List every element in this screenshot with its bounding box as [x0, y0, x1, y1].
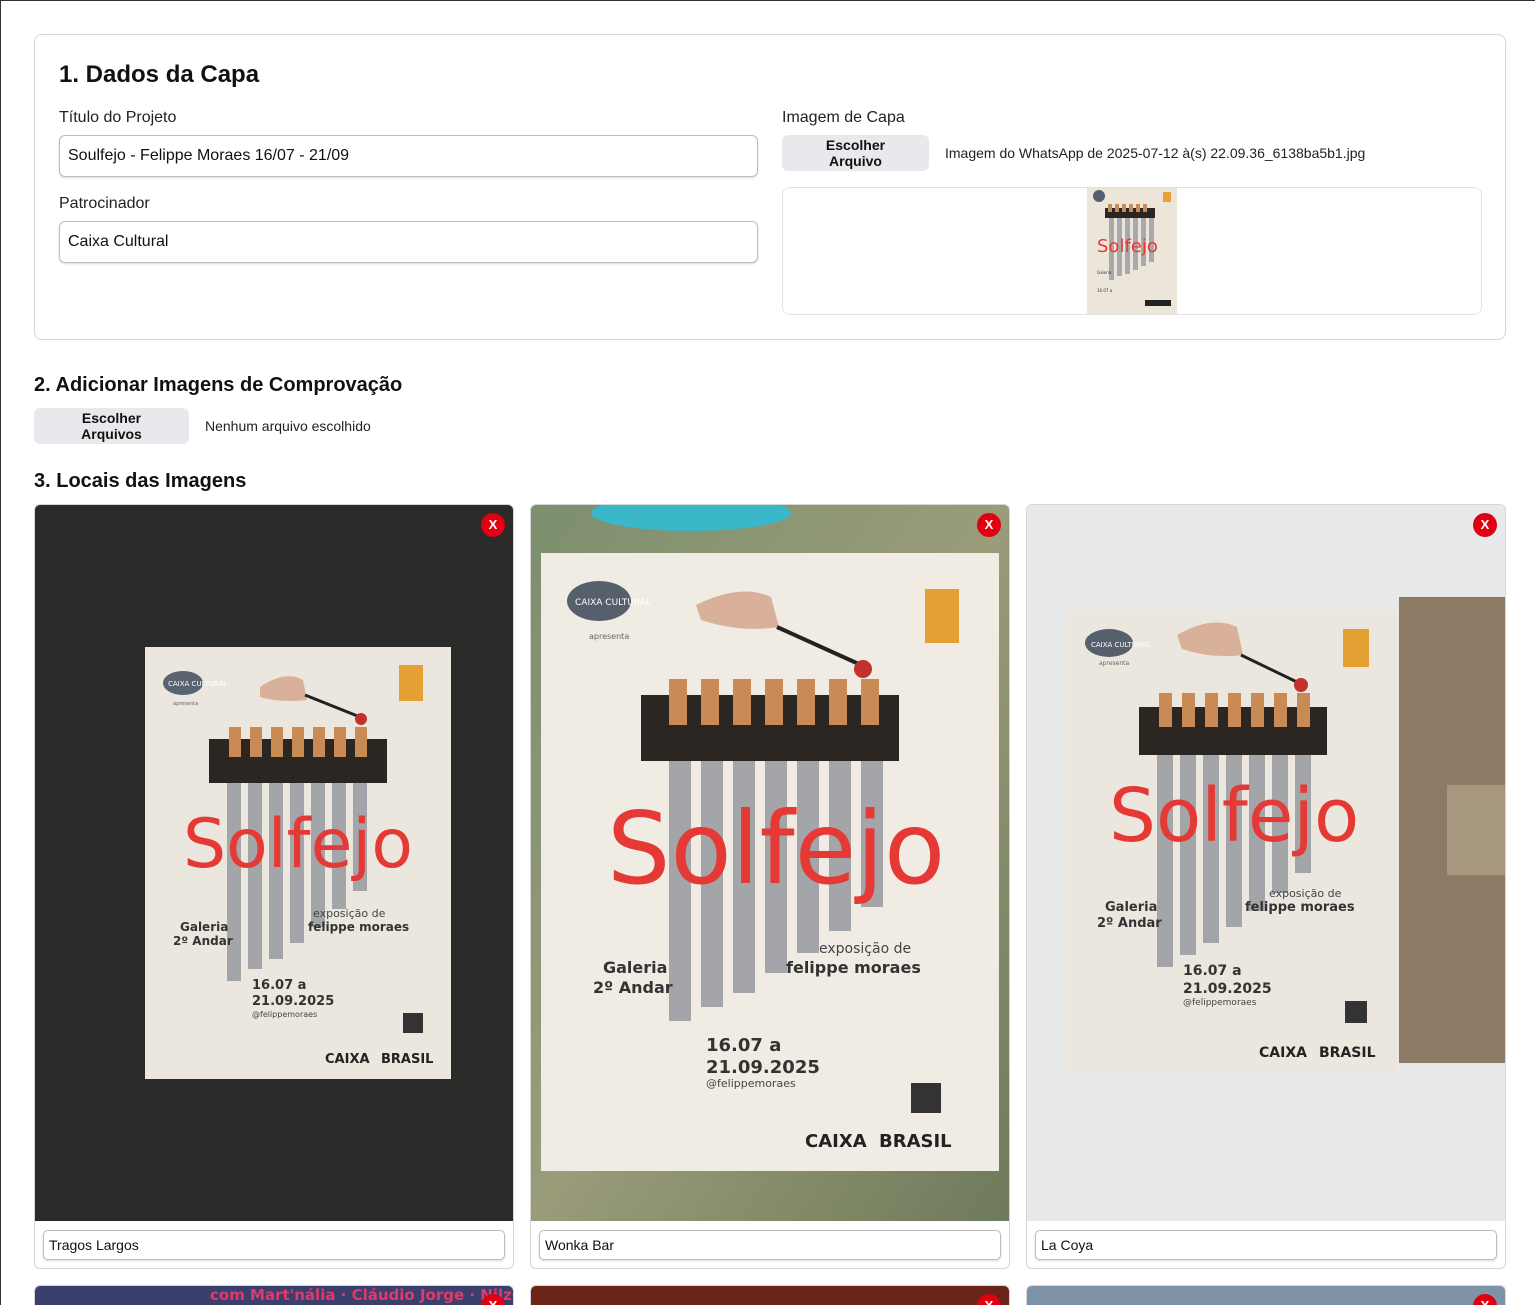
project-title-label: Título do Projeto — [59, 109, 177, 126]
poster-venue-2: 2º Andar — [1097, 916, 1162, 931]
remove-image-button[interactable]: X — [1473, 513, 1497, 537]
choose-cover-file-button[interactable]: Escolher Arquivo — [782, 135, 929, 171]
poster-presents: apresenta — [173, 701, 198, 707]
add-images-title: 2. Adicionar Imagens de Comprovação — [34, 374, 403, 396]
poster-subtitle-2: felippe moraes — [308, 920, 409, 934]
section-title: 1. Dados da Capa — [59, 61, 260, 88]
poster-date-2: 21.09.2025 — [1183, 981, 1272, 997]
poster-subtitle-1: exposição de — [313, 907, 386, 920]
svg-text:Galeria: Galeria — [1097, 270, 1112, 275]
location-input[interactable] — [539, 1230, 1001, 1260]
poster-date-1: 16.07 a — [252, 978, 306, 993]
location-photo: CAIXA CULTURAL apresenta Solfejo exposiç… — [35, 505, 513, 1221]
no-file-text: Nenhum arquivo escolhido — [205, 418, 371, 434]
poster-venue-2: 2º Andar — [173, 934, 233, 948]
location-card: CAIXA CULTURAL apresenta Solfejo exposiç… — [34, 504, 514, 1269]
svg-text:16.07 a: 16.07 a — [1097, 288, 1113, 293]
cover-thumb-title: Solfejo — [1097, 236, 1158, 257]
poster-venue-1: Galeria — [1105, 900, 1157, 915]
location-photo: CAIXA CULTURAL apresenta Solfejo exposiç… — [1027, 505, 1505, 1221]
poster-subtitle-2: felippe moraes — [786, 958, 921, 977]
poster-date-2: 21.09.2025 — [252, 994, 334, 1009]
remove-image-button[interactable]: X — [1473, 1294, 1497, 1305]
sponsor-input[interactable] — [59, 221, 758, 263]
poster-brand: CAIXA CULTURAL — [168, 680, 227, 688]
poster-presents: apresenta — [589, 632, 629, 641]
location-card: com Mart'nália · Cláudio Jorge · Nilze C… — [34, 1285, 514, 1305]
remove-image-button[interactable]: X — [977, 513, 1001, 537]
remove-image-button[interactable]: X — [481, 513, 505, 537]
remove-image-button[interactable]: X — [977, 1294, 1001, 1305]
cover-file-name: Imagem do WhatsApp de 2025-07-12 à(s) 22… — [945, 145, 1366, 161]
poster-venue-1: Galeria — [180, 920, 228, 934]
poster-title: Solfejo — [607, 790, 945, 907]
poster-date-1: 16.07 a — [1183, 963, 1242, 979]
project-title-input[interactable] — [59, 135, 758, 177]
poster-brand: CAIXA CULTURAL — [575, 598, 651, 608]
poster-footer-brasil: BRASIL — [1319, 1045, 1376, 1061]
location-photo: CAIXA CULTURAL apresenta Solfejo exposiç… — [531, 505, 1009, 1221]
poster-subtitle-1: exposição de — [1269, 887, 1342, 900]
partial-photo-text: com Mart'nália · Cláudio Jorge · Nilze C… — [210, 1286, 513, 1304]
poster-footer-caixa: CAIXA — [325, 1052, 370, 1067]
poster-date-2: 21.09.2025 — [706, 1057, 820, 1078]
poster-brand: CAIXA CULTURAL — [1091, 641, 1150, 649]
location-input[interactable] — [43, 1230, 505, 1260]
poster-handle: @felippemoraes — [1183, 998, 1257, 1008]
location-input[interactable] — [1035, 1230, 1497, 1260]
poster-subtitle-1: exposição de — [819, 941, 911, 957]
location-card: CAIXA CULTURAL apresenta Solfejo exposiç… — [1026, 504, 1506, 1269]
cover-image-label: Imagem de Capa — [782, 109, 905, 126]
poster-handle: @felippemoraes — [252, 1010, 317, 1019]
poster-venue-2: 2º Andar — [593, 978, 673, 997]
poster-footer-caixa: CAIXA — [805, 1131, 867, 1152]
location-card: X — [1026, 1285, 1506, 1305]
poster-title: Solfejo — [183, 805, 413, 884]
poster-presents: apresenta — [1099, 660, 1129, 667]
choose-files-button[interactable]: Escolher Arquivos — [34, 408, 189, 444]
sponsor-label: Patrocinador — [59, 195, 150, 212]
cover-preview: Solfejo Galeria 16.07 a — [782, 187, 1482, 315]
poster-footer-caixa: CAIXA — [1259, 1045, 1307, 1061]
poster-subtitle-2: felippe moraes — [1245, 900, 1355, 915]
poster-title: Solfejo — [1109, 773, 1359, 859]
cover-data-section: 1. Dados da Capa Título do Projeto Patro… — [34, 34, 1506, 340]
cover-thumbnail: Solfejo Galeria 16.07 a — [1087, 188, 1177, 314]
image-locations-title: 3. Locais das Imagens — [34, 470, 247, 492]
poster-footer-brasil: BRASIL — [381, 1052, 433, 1067]
poster-handle: @felippemoraes — [706, 1077, 796, 1090]
poster-footer-brasil: BRASIL — [879, 1131, 952, 1152]
poster-date-1: 16.07 a — [706, 1035, 781, 1056]
location-card: CAIXA CULTURAL apresenta Solfejo exposiç… — [530, 504, 1010, 1269]
poster-venue-1: Galeria — [603, 958, 667, 977]
location-card: X — [530, 1285, 1010, 1305]
